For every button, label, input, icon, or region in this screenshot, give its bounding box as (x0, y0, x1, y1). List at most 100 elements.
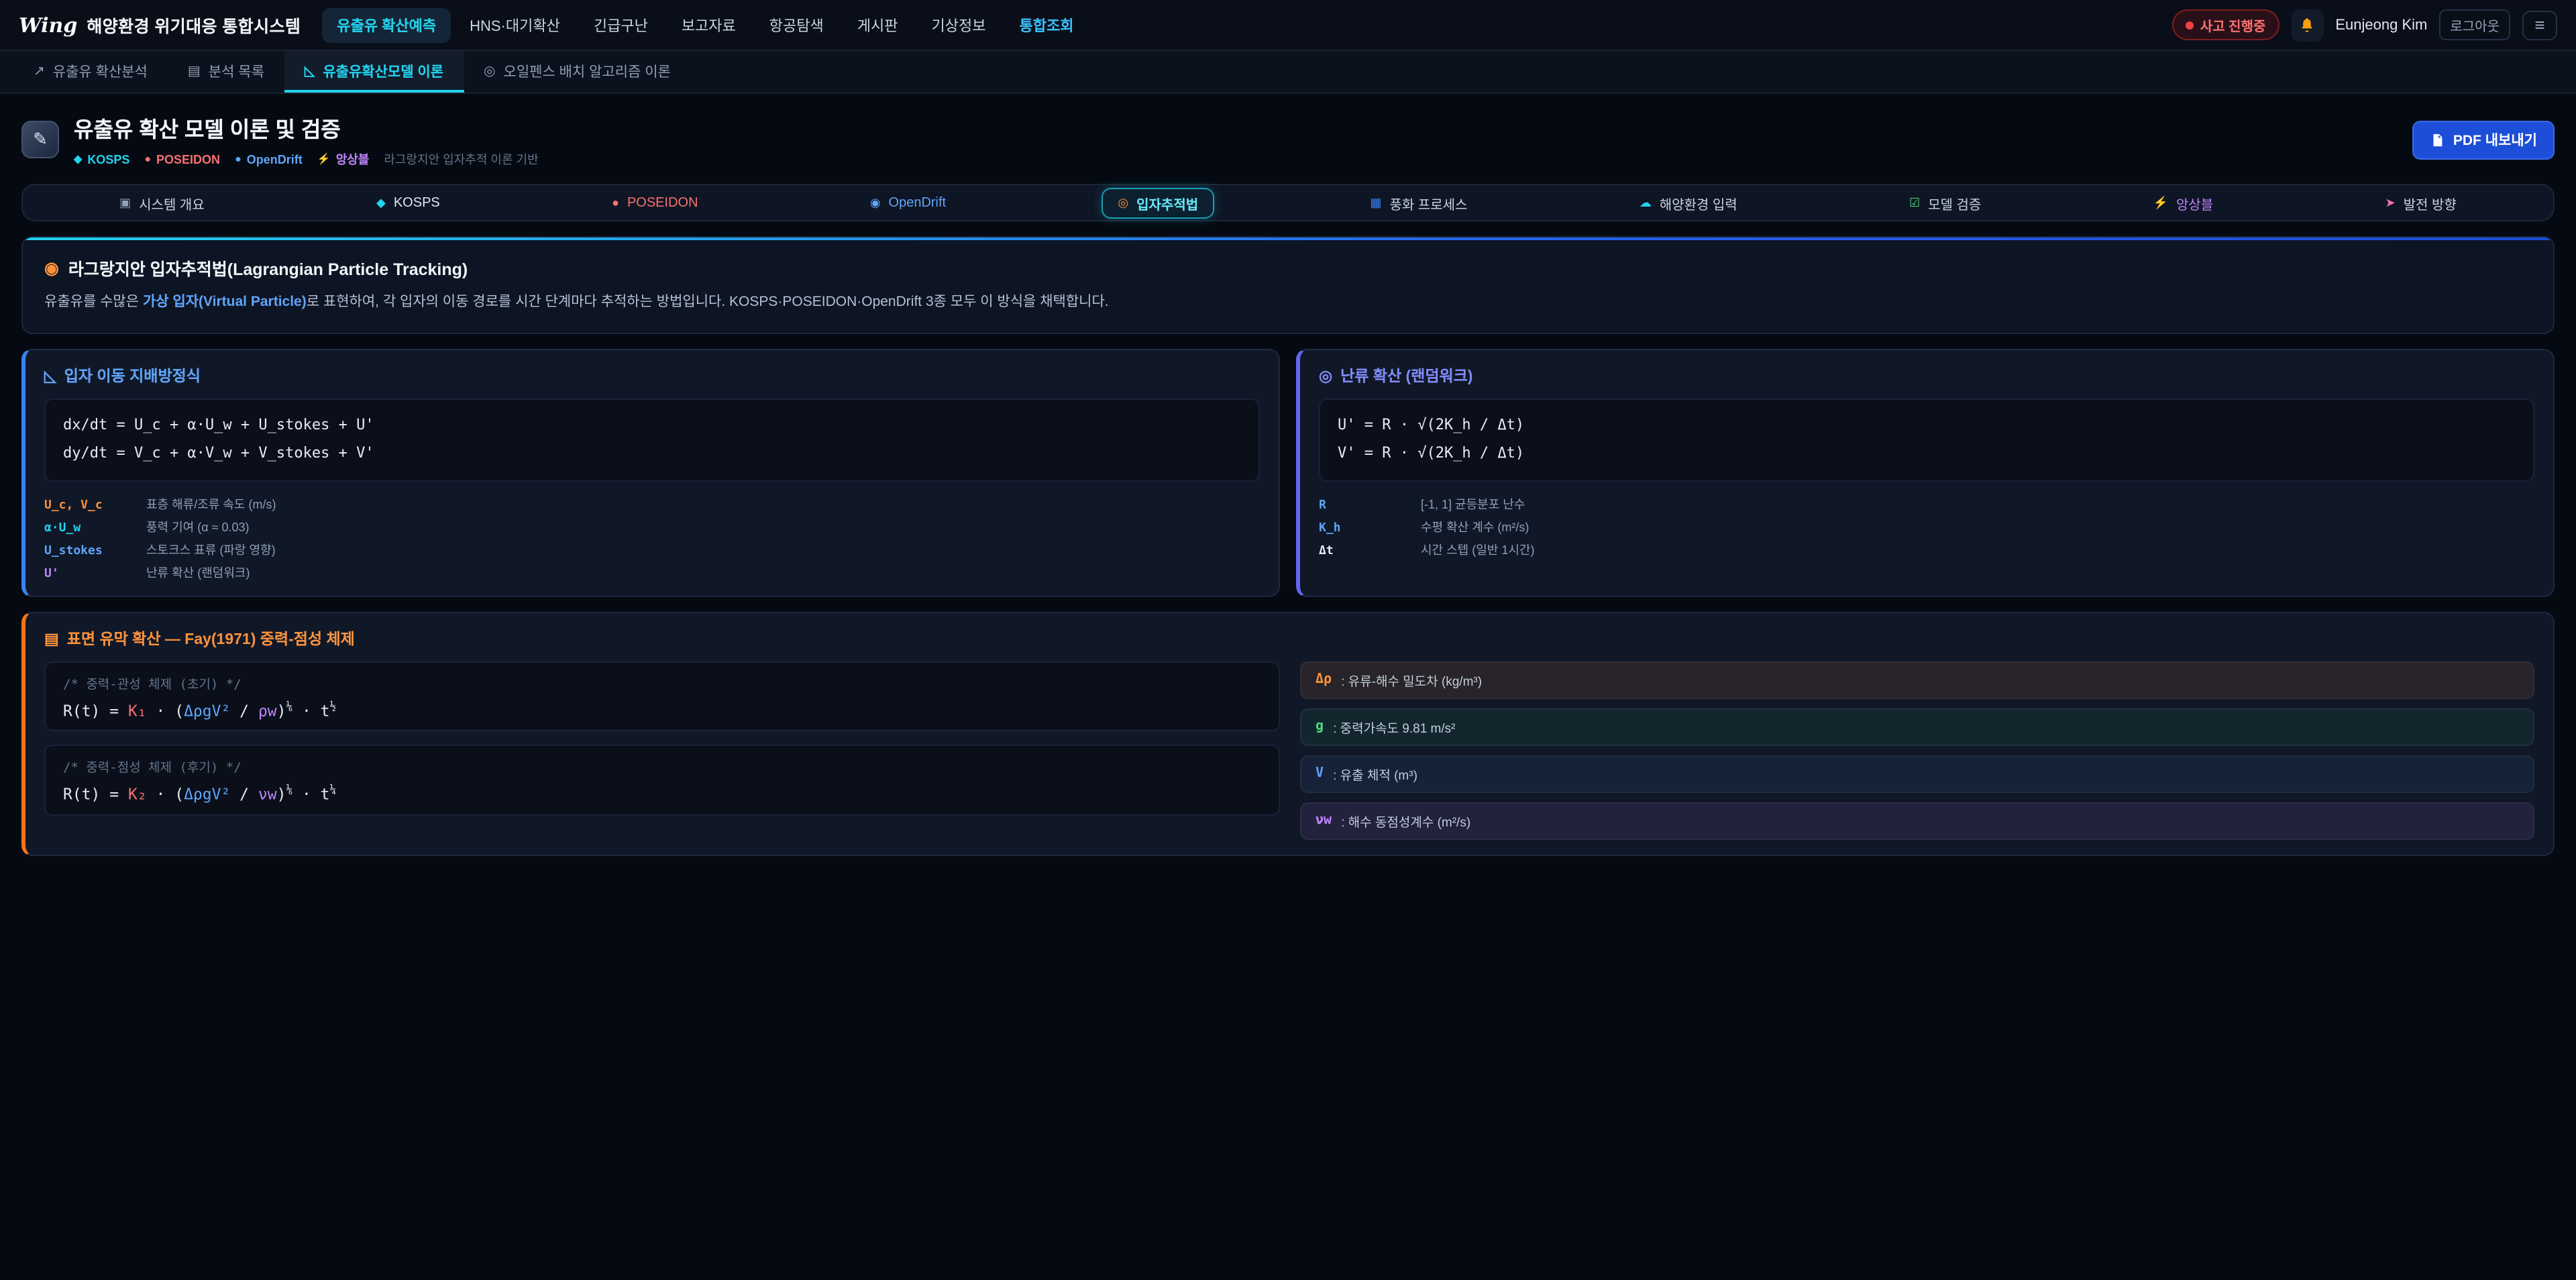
formula-segment: R(t) = (63, 785, 128, 804)
check-icon: ☑ (1909, 195, 1920, 210)
parameter-desc: : 중력가속도 9.81 m/s² (1333, 717, 1455, 736)
model-badge: ⚡앙상블 (317, 150, 370, 168)
section-tab[interactable]: ◆KOSPS (360, 190, 456, 215)
code-comment: /* 중력-관성 체제 (초기) */ (63, 673, 1260, 692)
section-tab[interactable]: ⚡ 앙상블 (2137, 187, 2230, 218)
ruler-icon: ◺ (305, 64, 315, 79)
parameter-row: V: 유출 체적 (m³) (1299, 755, 2534, 792)
nav-item[interactable]: 항공탐색 (755, 7, 839, 42)
nav-item[interactable]: 게시판 (843, 7, 913, 42)
section-tab[interactable]: ☑ 모델 검증 (1893, 187, 1997, 218)
section-tab[interactable]: ●POSEIDON (596, 190, 714, 215)
particle-icon: ◉ (44, 258, 59, 278)
pdf-export-button[interactable]: PDF 내보내기 (2413, 120, 2555, 159)
section-tab[interactable]: ➤발전 방향 (2369, 187, 2473, 218)
desc-pre: 유출유를 수많은 (44, 294, 143, 310)
lagrangian-title: ◉ 라그랑지안 입자추적법(Lagrangian Particle Tracki… (44, 255, 2532, 280)
page-icon-tile: ✎ (21, 121, 59, 158)
diamond-icon: ◆ (74, 153, 82, 165)
tab-item[interactable]: ◎오일펜스 배치 알고리즘 이론 (464, 51, 691, 93)
list-icon: ▤ (188, 64, 201, 79)
section-tab-label: 모델 검증 (1928, 193, 1981, 213)
section-tab[interactable]: ▦풍화 프로세스 (1354, 187, 1483, 218)
legend-term: U_c, V_c (44, 498, 146, 512)
formula-segment: R(t) = (63, 701, 128, 720)
app-title: 해양환경 위기대응 통합시스템 (87, 12, 301, 38)
section-tab-strip: ▣시스템 개요 ◆KOSPS ●POSEIDON ◉ OpenDrift ◎ 입자추적법 ▦풍… (21, 184, 2555, 221)
section-tab[interactable]: ◉ OpenDrift (854, 190, 962, 215)
code-line: dx/dt = U_c + α·U_w + U_stokes + U' (63, 412, 1241, 440)
legend-row: U'난류 확산 (랜덤워크) (44, 563, 1260, 580)
legend-row: K_h수평 확산 계수 (m²/s) (1319, 517, 2534, 535)
brand: Wing 해양환경 위기대응 통합시스템 (19, 12, 301, 38)
governing-equation-card: ◺ 입자 이동 지배방정식 dx/dt = U_c + α·U_w + U_st… (21, 349, 1280, 597)
fay-card-wrapper: ▤ 표면 유막 확산 — Fay(1971) 중력-점성 체제 /* 중력-관성… (21, 611, 2555, 855)
menu-button[interactable]: ≡ (2522, 10, 2557, 40)
section-tab-label: OpenDrift (889, 195, 947, 210)
document-icon (2430, 132, 2445, 147)
bolt-icon: ⚡ (2153, 195, 2168, 210)
legend-row: U_stokes스토크스 표류 (파랑 영향) (44, 540, 1260, 557)
desc-post: 로 표현하여, 각 입자의 이동 경로를 시간 단계마다 추적하는 방법입니다.… (307, 294, 1109, 310)
fay-card-title: ▤ 표면 유막 확산 — Fay(1971) 중력-점성 체제 (44, 627, 2534, 649)
legend-term: R (1319, 498, 1421, 512)
parameter-desc: : 유류-해수 밀도차 (kg/m³) (1341, 670, 1482, 689)
tab-item[interactable]: ↗유출유 확산분석 (13, 51, 168, 93)
tab-bar: ↗유출유 확산분석▤분석 목록◺유출유확산모델 이론◎오일펜스 배치 알고리즘 … (0, 51, 2576, 94)
parameter-desc: : 해수 동점성계수 (m²/s) (1341, 811, 1470, 830)
section-tab[interactable]: ◎ 입자추적법 (1102, 187, 1214, 218)
main-nav: 유출유 확산예측HNS·대기확산긴급구난보고자료항공탐색게시판기상정보통합조회 (322, 7, 2151, 42)
nav-item[interactable]: 긴급구난 (579, 7, 663, 42)
page-subtitle: 라그랑지안 입자추적 이론 기반 (384, 150, 538, 168)
legend-row: Δt시간 스텝 (일반 1시간) (1319, 540, 2534, 557)
formula: R(t) = K₂ · (ΔρgV² / νw)⅙ · t¼ (63, 784, 1260, 804)
nav-item[interactable]: 보고자료 (667, 7, 751, 42)
tab-item[interactable]: ▤분석 목록 (168, 51, 284, 93)
notifications-button[interactable] (2291, 9, 2323, 41)
legend-desc: 풍력 기여 (α ≈ 0.03) (146, 517, 250, 535)
formula-segment: ) (277, 785, 286, 804)
formula-segment: ¼ (330, 784, 337, 796)
pdf-export-label: PDF 내보내기 (2453, 129, 2537, 150)
nav-item[interactable]: 통합조회 (1004, 7, 1088, 42)
hamburger-icon: ≡ (2534, 15, 2544, 35)
formula-segment: ΔρgV² (184, 701, 230, 720)
ruler-pen-icon: ✎ (33, 129, 48, 150)
nav-item[interactable]: 유출유 확산예측 (322, 7, 451, 42)
nav-item[interactable]: HNS·대기확산 (455, 7, 575, 42)
formula-segment: ρw (258, 701, 277, 720)
weathering-icon: ▦ (1370, 195, 1381, 210)
section-tab-label: 해양환경 입력 (1660, 193, 1737, 213)
tab-item[interactable]: ◺유출유확산모델 이론 (284, 51, 464, 93)
turbulence-card: ◎ 난류 확산 (랜덤워크) U' = R · √(2K_h / Δt)V' =… (1296, 349, 2555, 597)
lagrangian-title-text: 라그랑지안 입자추적법(Lagrangian Particle Tracking… (68, 255, 468, 280)
section-tab[interactable]: ☁해양환경 입력 (1623, 187, 1754, 218)
badge-row: ◆KOSPS●POSEIDON●OpenDrift⚡앙상블 라그랑지안 입자추적… (74, 150, 2398, 168)
logout-button[interactable]: 로그아웃 (2439, 9, 2510, 40)
legend-row: U_c, V_c표층 해류/조류 속도 (m/s) (44, 494, 1260, 512)
turbulence-title-text: 난류 확산 (랜덤워크) (1340, 365, 1472, 386)
dot-icon: ◉ (870, 195, 881, 210)
section-tab-label: 앙상블 (2176, 193, 2213, 213)
badge-label: OpenDrift (247, 152, 303, 166)
fay-title-text: 표면 유막 확산 — Fay(1971) 중력-점성 체제 (67, 627, 355, 649)
formula-segment: · ( (147, 701, 184, 720)
parameter-term: V (1316, 766, 1324, 781)
legend-term: K_h (1319, 521, 1421, 535)
section-tab-label: KOSPS (394, 195, 440, 210)
section-tab[interactable]: ▣시스템 개요 (103, 187, 221, 218)
model-badge: ◆ KOSPS (74, 150, 129, 168)
section-tab-label: POSEIDON (627, 195, 698, 210)
formula-segment: / (230, 785, 258, 804)
legend-desc: 시간 스텝 (일반 1시간) (1421, 540, 1535, 557)
legend-term: U_stokes (44, 544, 146, 557)
code-line: U' = R · √(2K_h / Δt) (1338, 412, 2516, 440)
section-tab-label: 입자추적법 (1136, 193, 1198, 213)
incident-status-badge[interactable]: 사고 진행중 (2172, 9, 2279, 40)
boom-icon: ◎ (484, 64, 495, 79)
equation-cards-row: ◺ 입자 이동 지배방정식 dx/dt = U_c + α·U_w + U_st… (21, 349, 2555, 597)
fay-card: ▤ 표면 유막 확산 — Fay(1971) 중력-점성 체제 /* 중력-관성… (21, 611, 2555, 855)
nav-item[interactable]: 기상정보 (917, 7, 1001, 42)
particle-icon: ◎ (1118, 195, 1128, 210)
badge-label: KOSPS (87, 152, 129, 166)
